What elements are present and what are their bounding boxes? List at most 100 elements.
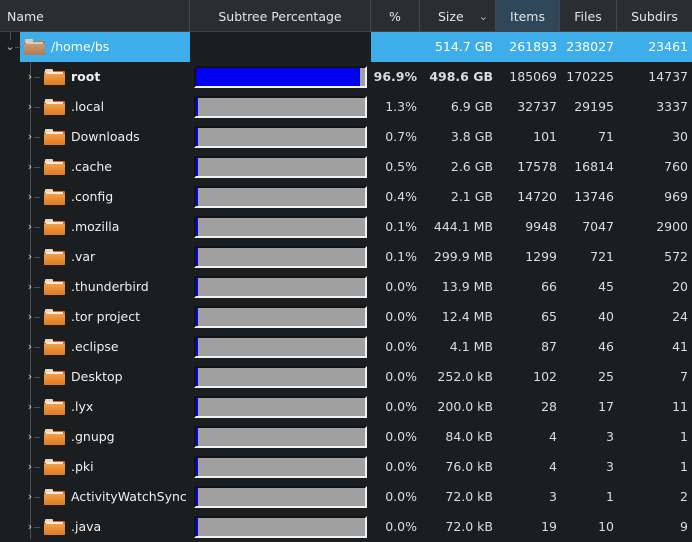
subtree-percentage-bar <box>194 66 367 88</box>
row-size: 76.0 kB <box>445 459 493 474</box>
row-items: 261893 <box>509 39 557 54</box>
header-files[interactable]: Files <box>560 0 617 31</box>
row-items: 66 <box>541 279 557 294</box>
tree-row-root[interactable]: ⌄ /home/bs 514.7 GB 261893 238027 23461 <box>0 32 692 62</box>
row-files: 71 <box>598 129 614 144</box>
tree-line <box>34 407 40 408</box>
folder-icon <box>44 159 65 175</box>
tree-line <box>34 257 40 258</box>
subtree-percentage-fill <box>196 488 198 506</box>
tree-line <box>34 77 40 78</box>
folder-icon <box>44 129 65 145</box>
tree-row[interactable]: › .gnupg 0.0% 84.0 kB 4 3 1 <box>0 422 692 452</box>
subtree-percentage-bar <box>194 156 367 178</box>
row-percent: 1.3% <box>385 99 417 114</box>
row-files: 10 <box>598 519 614 534</box>
row-name: .cache <box>71 159 112 174</box>
row-files: 238027 <box>566 39 614 54</box>
tree-row[interactable]: › .config 0.4% 2.1 GB 14720 13746 969 <box>0 182 692 212</box>
row-items: 17578 <box>517 159 557 174</box>
row-size: 84.0 kB <box>445 429 493 444</box>
tree-line <box>34 497 40 498</box>
folder-icon <box>44 459 65 475</box>
subtree-percentage-fill <box>196 458 198 476</box>
tree-row[interactable]: › .var 0.1% 299.9 MB 1299 721 572 <box>0 242 692 272</box>
row-files: 13746 <box>574 189 614 204</box>
row-items: 3 <box>549 489 557 504</box>
row-size: 444.1 MB <box>433 219 493 234</box>
row-percent: 0.1% <box>385 219 417 234</box>
row-files: 40 <box>598 309 614 324</box>
row-size: 200.0 kB <box>437 399 493 414</box>
tree-row[interactable]: › .cache 0.5% 2.6 GB 17578 16814 760 <box>0 152 692 182</box>
subtree-percentage-fill <box>196 398 198 416</box>
row-size: 2.1 GB <box>450 189 493 204</box>
tree-row[interactable]: › .mozilla 0.1% 444.1 MB 9948 7047 2900 <box>0 212 692 242</box>
row-subdirs: 2 <box>680 489 688 504</box>
subtree-percentage-bar <box>194 306 367 328</box>
subtree-percentage-fill <box>196 428 198 446</box>
row-items: 19 <box>541 519 557 534</box>
subtree-percentage-bar <box>194 276 367 298</box>
subtree-percentage-bar <box>194 456 367 478</box>
row-percent: 0.0% <box>385 459 417 474</box>
header-files-label: Files <box>574 9 602 24</box>
folder-icon <box>44 369 65 385</box>
tree-row[interactable]: › .java 0.0% 72.0 kB 19 10 9 <box>0 512 692 542</box>
subtree-percentage-bar <box>194 336 367 358</box>
folder-icon <box>44 519 65 535</box>
tree-row[interactable]: › .local 1.3% 6.9 GB 32737 29195 3337 <box>0 92 692 122</box>
subtree-percentage-fill <box>196 98 198 116</box>
row-subdirs: 30 <box>672 129 688 144</box>
tree-row[interactable]: › root 96.9% 498.6 GB 185069 170225 14737 <box>0 62 692 92</box>
tree-row[interactable]: › .eclipse 0.0% 4.1 MB 87 46 41 <box>0 332 692 362</box>
row-name: root <box>71 69 101 84</box>
subtree-percentage-bar <box>194 186 367 208</box>
row-name: Desktop <box>71 369 123 384</box>
tree-line <box>34 227 40 228</box>
header-items[interactable]: Items <box>496 0 560 31</box>
header-subdirs[interactable]: Subdirs <box>617 0 692 31</box>
folder-icon <box>44 249 65 265</box>
subtree-percentage-bar <box>194 426 367 448</box>
header-name-label: Name <box>7 9 44 24</box>
tree-line <box>34 437 40 438</box>
subtree-percentage-fill <box>196 338 198 356</box>
tree-line <box>34 137 40 138</box>
folder-icon <box>44 279 65 295</box>
header-size-label: Size <box>438 9 464 24</box>
tree-row[interactable]: › Downloads 0.7% 3.8 GB 101 71 30 <box>0 122 692 152</box>
row-files: 1 <box>606 489 614 504</box>
header-name[interactable]: Name <box>0 0 190 31</box>
row-files: 17 <box>598 399 614 414</box>
row-files: 25 <box>598 369 614 384</box>
subtree-percentage-bar <box>194 126 367 148</box>
row-items: 185069 <box>509 69 557 84</box>
subtree-percentage-fill <box>196 278 198 296</box>
row-files: 721 <box>590 249 614 264</box>
row-subdirs: 2900 <box>656 219 688 234</box>
row-size: 498.6 GB <box>429 69 493 84</box>
row-items: 32737 <box>517 99 557 114</box>
header-subtree-percentage[interactable]: Subtree Percentage <box>190 0 371 31</box>
row-percent: 0.0% <box>385 399 417 414</box>
row-items: 1299 <box>525 249 557 264</box>
tree-row[interactable]: › .pki 0.0% 76.0 kB 4 3 1 <box>0 452 692 482</box>
row-percent: 0.7% <box>385 129 417 144</box>
tree-row[interactable]: › .thunderbird 0.0% 13.9 MB 66 45 20 <box>0 272 692 302</box>
row-percent: 0.0% <box>385 369 417 384</box>
subtree-percentage-bar <box>194 486 367 508</box>
tree-row[interactable]: › .tor project 0.0% 12.4 MB 65 40 24 <box>0 302 692 332</box>
row-name: .mozilla <box>71 219 120 234</box>
tree-row[interactable]: › ActivityWatchSync 0.0% 72.0 kB 3 1 2 <box>0 482 692 512</box>
tree-row[interactable]: › Desktop 0.0% 252.0 kB 102 25 7 <box>0 362 692 392</box>
subtree-percentage-bar <box>194 366 367 388</box>
row-size: 6.9 GB <box>450 99 493 114</box>
header-percent[interactable]: % <box>371 0 420 31</box>
header-size[interactable]: Size ⌄ <box>420 0 496 31</box>
tree-line <box>34 347 40 348</box>
row-name: .local <box>71 99 105 114</box>
folder-icon <box>44 309 65 325</box>
tree-row[interactable]: › .lyx 0.0% 200.0 kB 28 17 11 <box>0 392 692 422</box>
row-files: 3 <box>606 459 614 474</box>
